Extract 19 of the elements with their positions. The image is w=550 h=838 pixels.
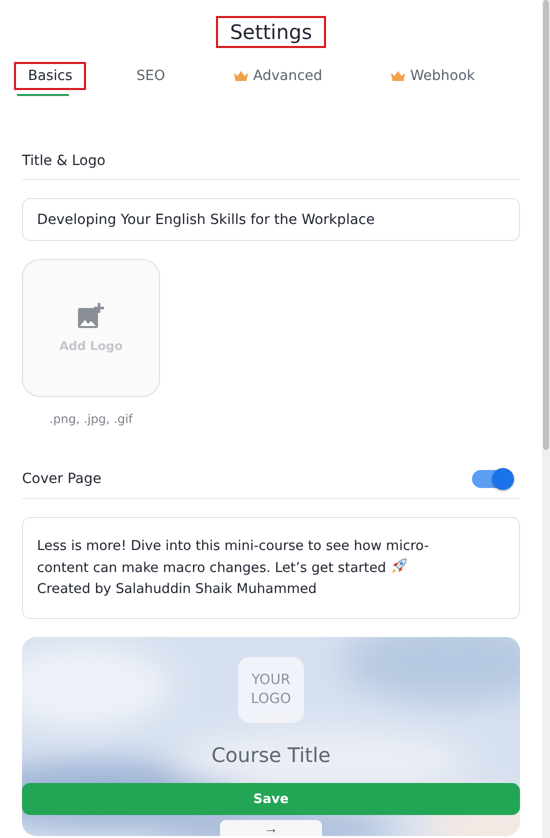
rocket-icon: [390, 557, 408, 575]
file-formats-hint: .png, .jpg, .gif: [48, 412, 134, 426]
scrollbar[interactable]: [542, 0, 550, 838]
tab[interactable]: Basics: [14, 62, 86, 90]
active-tab-indicator: [17, 94, 69, 96]
cover-description-field[interactable]: Less is more! Dive into this mini-course to see how micro-content can make macro changes. Let’s get started Created by Salahuddin Shaik Muhammed: [22, 517, 520, 619]
section-heading: Title & Logo: [22, 153, 106, 169]
tab[interactable]: Advanced: [219, 62, 336, 90]
logo-placeholder-text: YOUR LOGO: [250, 671, 292, 709]
add-image-icon: [77, 303, 105, 329]
cover-page-toggle[interactable]: [472, 470, 512, 488]
title-input[interactable]: Developing Your English Skills for the Workplace: [22, 198, 520, 241]
settings-title: Settings: [216, 16, 326, 48]
course-title: Course Title: [211, 743, 331, 767]
tab[interactable]: SEO: [122, 62, 180, 90]
section-heading: Cover Page: [22, 471, 102, 487]
save-button[interactable]: Save: [22, 783, 520, 815]
next-button[interactable]: →: [220, 820, 322, 836]
tab[interactable]: Webhook: [376, 62, 489, 90]
